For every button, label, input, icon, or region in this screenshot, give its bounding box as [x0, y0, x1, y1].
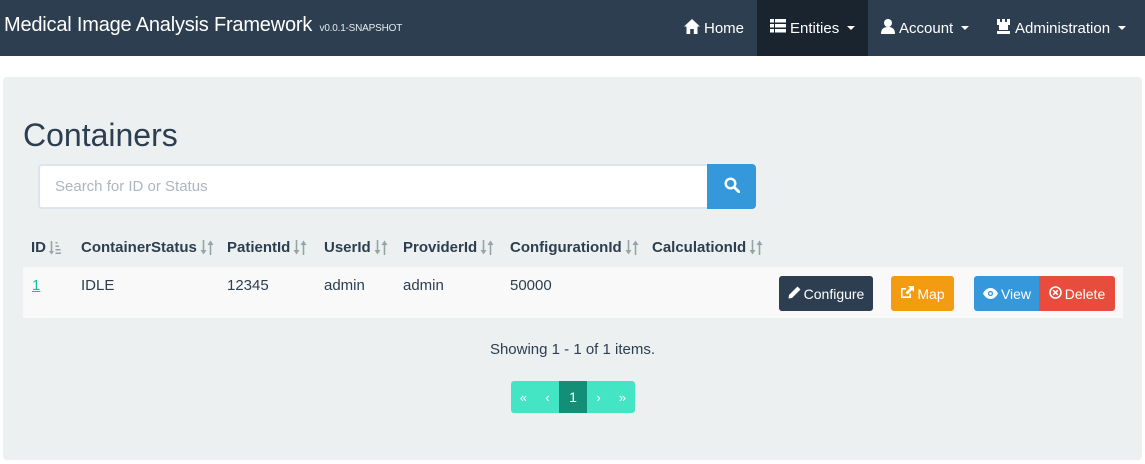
search-button[interactable] — [707, 164, 756, 209]
share-icon — [900, 285, 915, 302]
cell-configuration-id: 50000 — [510, 277, 552, 294]
pagination-first[interactable]: « — [511, 381, 536, 413]
map-label: Map — [917, 285, 945, 302]
pagination-prev[interactable]: ‹ — [536, 381, 559, 413]
column-header-user-id[interactable]: UserId — [324, 239, 388, 256]
sort-asc-icon — [49, 240, 61, 255]
pagination-next[interactable]: › — [587, 381, 610, 413]
user-icon — [881, 18, 895, 38]
nav-entities[interactable]: Entities — [757, 0, 868, 56]
column-header-patient-id[interactable]: PatientId — [227, 239, 307, 256]
search-input[interactable] — [38, 164, 708, 209]
sort-icon — [200, 240, 214, 255]
sort-icon — [374, 240, 388, 255]
sort-icon — [293, 240, 307, 255]
view-label: View — [1000, 285, 1032, 302]
cell-patient-id: 12345 — [227, 277, 269, 294]
map-button[interactable]: Map — [891, 276, 954, 311]
pagination-last[interactable]: » — [610, 381, 635, 413]
brand[interactable]: Medical Image Analysis Framework v0.0.1-… — [4, 14, 402, 37]
nav-home-label: Home — [704, 19, 745, 37]
tower-icon — [996, 18, 1011, 38]
brand-title: Medical Image Analysis Framework — [4, 14, 313, 36]
column-header-id[interactable]: ID — [31, 239, 61, 256]
sort-icon — [480, 240, 494, 255]
nav-administration-label: Administration — [1015, 19, 1111, 37]
nav-home[interactable]: Home — [671, 0, 757, 56]
cell-id-link[interactable]: 1 — [32, 277, 40, 294]
nav-account-label: Account — [899, 19, 954, 37]
column-header-provider-id[interactable]: ProviderId — [403, 239, 494, 256]
pencil-icon — [788, 286, 801, 302]
nav-account[interactable]: Account — [868, 0, 983, 56]
remove-circle-icon — [1048, 285, 1062, 302]
pagination: « ‹ 1 › » — [511, 381, 635, 413]
search-form — [38, 164, 756, 209]
search-icon — [723, 177, 740, 196]
configure-label: Configure — [803, 285, 865, 302]
caret-down-icon — [961, 26, 970, 30]
nav-administration[interactable]: Administration — [983, 0, 1145, 56]
cell-container-status: IDLE — [81, 277, 115, 294]
caret-down-icon — [847, 26, 856, 30]
column-header-container-status[interactable]: ContainerStatus — [81, 239, 214, 256]
cell-provider-id: admin — [403, 277, 444, 294]
navbar: Medical Image Analysis Framework v0.0.1-… — [0, 0, 1145, 56]
column-header-calculation-id[interactable]: CalculationId — [652, 239, 763, 256]
column-header-configuration-id[interactable]: ConfigurationId — [510, 239, 639, 256]
page-title: Containers — [23, 117, 178, 153]
nav-entities-label: Entities — [790, 19, 840, 37]
sort-icon — [749, 240, 763, 255]
delete-button[interactable]: Delete — [1039, 276, 1115, 311]
configure-button[interactable]: Configure — [779, 276, 873, 311]
cell-user-id: admin — [324, 277, 365, 294]
main-content: Containers ID ContainerStatus PatientId — [3, 77, 1142, 460]
caret-down-icon — [1118, 26, 1127, 30]
eye-icon — [982, 286, 998, 302]
th-list-icon — [770, 19, 786, 37]
home-icon — [684, 18, 700, 38]
items-summary: Showing 1 - 1 of 1 items. — [489, 341, 656, 358]
view-button[interactable]: View — [974, 276, 1040, 311]
table-row: 1 IDLE 12345 admin admin 50000 Configure… — [23, 266, 1123, 318]
brand-version: v0.0.1-SNAPSHOT — [319, 23, 403, 34]
pagination-current-page[interactable]: 1 — [559, 381, 587, 413]
sort-icon — [625, 240, 639, 255]
delete-label: Delete — [1064, 285, 1106, 302]
